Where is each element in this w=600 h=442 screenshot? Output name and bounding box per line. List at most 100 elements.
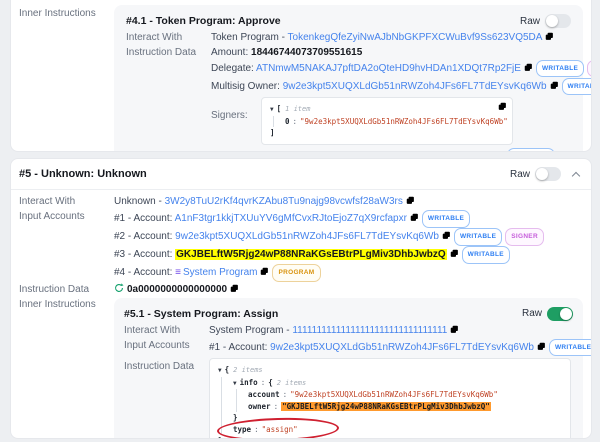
json-colon: : [274,402,279,411]
toggle-knob [546,15,558,27]
json-key: 0 [285,117,290,126]
raw-toggle-4-1[interactable] [545,14,571,28]
unknown-program-address-link[interactable]: 3W2y8TuU2rKf4qvrKZAbu8Tu9najg98vcwfsf28a… [165,196,403,207]
inner-instructions-row-label: Inner Instructions [19,5,114,152]
copy-icon[interactable] [442,231,451,240]
account-row-1: #1 - Account: A1nF3tgr1kkjTXUuYV6gMfCvxR… [114,210,583,228]
json-colon: : [254,425,259,434]
decode-refresh-icon[interactable] [114,283,124,293]
copy-icon[interactable] [524,63,533,72]
collapse-chevron-up-icon[interactable] [572,171,580,179]
account-index: #1 - Account: [209,342,267,353]
writable-badge: WRITABLE [507,148,555,153]
instruction-data-label: Instruction Data [124,358,209,439]
program-badge: PROGRAM [272,264,320,282]
source-address-link[interactable]: 73DebrhoSuebjF5zWJk9ErsRb8jTKgHGi912Y7jH… [248,151,491,153]
instruction-data-label: Instruction Data [19,283,114,297]
copy-icon[interactable] [230,284,239,293]
input-accounts-label: Input Accounts [19,210,114,282]
copy-icon[interactable] [406,196,415,205]
inner-instructions-label: Inner Instructions [19,298,114,439]
copy-icon[interactable] [450,249,459,258]
account-address-link[interactable]: A1nF3tgr1kkjTXUuYV6gMfCvxRJtoEjoZ7qX9rcf… [175,213,407,224]
collapse-arrow-icon[interactable]: ▼ [270,104,274,116]
program-list-icon: ≡ [175,267,181,278]
account-index: #3 - Account: [114,249,172,260]
toggle-knob [560,308,572,320]
source-label: Source: [211,151,245,153]
inner-instruction-4-1-card: #4.1 - Token Program: Approve Raw Intera… [114,5,583,152]
account-row-2: #2 - Account: 9w2e3kpt5XUQXLdGb51nRWZoh4… [114,228,583,246]
copy-icon[interactable] [410,213,419,222]
json-key-info: info [240,378,258,387]
account-row-3: #3 - Account: GKJBELftW5Rjg24wP88NRaKGsE… [114,246,583,264]
copy-icon[interactable] [537,342,546,351]
json-account-value: "9w2e3kpt5XUQXLdGb51nRWZoh4JFs6FL7TdEYsv… [290,390,498,399]
raw-toggle-label: Raw [510,169,530,180]
delegate-label: Delegate: [211,63,254,74]
item-count: 2 items [233,366,263,374]
instruction-data-label: Instruction Data [126,46,211,152]
inner-instruction-5-1-card: #5.1 - System Program: Assign Raw Intera… [114,298,583,439]
account-address-link[interactable]: 9w2e3kpt5XUQXLdGb51nRWZoh4JFs6FL7TdEYsvK… [270,342,534,353]
token-program-address-link[interactable]: TokenkegQfeZyiNwAJbNbGKPFXCWuBvf9Ss623VQ… [288,32,543,43]
instruction-4-card: Inner Instructions #4.1 - Token Program:… [10,0,592,152]
account-address-link[interactable]: 9w2e3kpt5XUQXLdGb51nRWZoh4JFs6FL7TdEYsvK… [175,231,439,242]
copy-icon[interactable] [550,81,559,90]
writable-badge: WRITABLE [536,60,584,77]
item-count: 2 items [277,379,307,387]
raw-toggle-5-1[interactable] [547,307,573,321]
signer-badge: SIGNER [505,228,544,246]
amount-value: 18446744073709551615 [251,47,362,58]
json-colon: : [293,117,298,126]
copy-icon[interactable] [495,151,504,153]
signer-address-value: "9w2e3kpt5XUQXLdGb51nRWZoh4JFs6FL7TdEYsv… [300,117,508,126]
system-program-address-link[interactable]: 11111111111111111111111111111111 [292,325,447,336]
program-name-prefix: System Program - [209,325,290,336]
multisig-owner-address-link[interactable]: 9w2e3kpt5XUQXLdGb51nRWZoh4JFs6FL7TdEYsvK… [283,81,547,92]
instruction-5-card: #5 - Unknown: Unknown Raw Interact With … [10,158,592,439]
program-name-prefix: Unknown - [114,196,162,207]
collapse-arrow-icon[interactable]: ▼ [218,365,222,377]
inner-instruction-4-1-title: #4.1 - Token Program: Approve [126,15,281,27]
brace-close: } [218,435,562,439]
writable-badge: WRITABLE [549,339,592,356]
instruction-data-hex: 0a0000000000000000 [127,284,227,295]
raw-toggle-label: Raw [522,307,542,321]
interact-with-label: Interact With [124,324,209,337]
writable-badge: WRITABLE [462,246,510,264]
json-type-line: type:"assign" [233,424,562,436]
highlighted-account-address[interactable]: GKJBELftW5Rjg24wP88NRaKGsEBtrPLgMiv3DhbJ… [175,249,447,260]
brace-open: { [225,365,230,374]
brace-open: { [268,378,273,387]
account-row-4: #4 - Account: ≡System Program PROGRAM [114,264,583,282]
item-count: 1 item [285,105,310,113]
solscan-instruction-panel: Inner Instructions #4.1 - Token Program:… [0,0,600,442]
interact-with-label: Interact With [126,31,211,44]
writable-badge: WRITABLE [422,210,470,228]
account-index: #1 - Account: [114,213,172,224]
system-program-link[interactable]: System Program [183,267,257,278]
json-colon: : [261,378,266,387]
signers-label: Signers: [211,97,261,145]
json-type-value: "assign" [262,425,298,434]
json-owner-value-highlighted: "GKJBELftW5Rjg24wP88NRaKGsEBtrPLgMiv3Dhb… [281,402,491,411]
copy-icon[interactable] [498,102,507,111]
program-name-prefix: Token Program - [211,32,285,43]
copy-icon[interactable] [450,325,459,334]
account-index: #4 - Account: [114,267,172,278]
copy-icon[interactable] [545,32,554,41]
interact-with-label: Interact With [19,195,114,209]
copy-icon[interactable] [260,267,269,276]
inner-instruction-5-1-title: #5.1 - System Program: Assign [124,307,278,321]
collapse-arrow-icon[interactable]: ▼ [233,378,237,390]
delegate-address-link[interactable]: ATNmwM5NAKAJ7pftDA2oQteHD9hvHDAn1XDQt7Rp… [256,63,521,74]
signer-badge: SIGNER [587,60,592,77]
writable-badge: WRITABLE [562,78,592,95]
input-accounts-label: Input Accounts [124,339,209,356]
signers-json-viewer: ▼[1 item 0:"9w2e3kpt5XUQXLdGb51nRWZoh4JF… [261,97,513,145]
instruction-json-viewer: ▼{2 items ▼info:{2 items account:"9w2e3k… [209,358,571,439]
brace-close: } [233,412,562,424]
bracket-open: [ [277,104,282,113]
raw-toggle-5[interactable] [535,167,561,181]
